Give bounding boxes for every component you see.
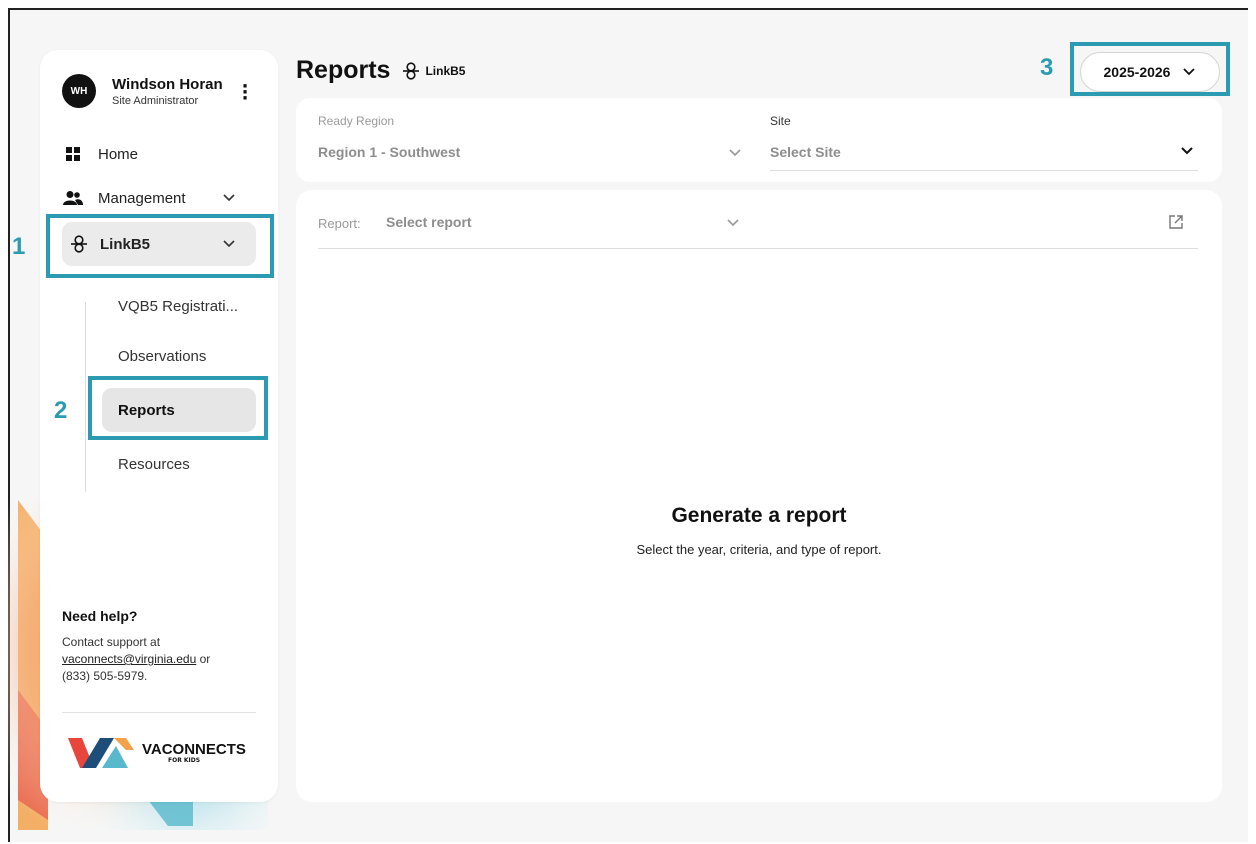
user-role: Site Administrator xyxy=(112,94,199,107)
grid-icon xyxy=(62,146,84,162)
page-title: Reports xyxy=(296,56,391,84)
report-card: Report: Select report Generate a report … xyxy=(296,190,1222,802)
callout-number-3: 3 xyxy=(1040,54,1054,81)
kebab-icon[interactable]: · · · xyxy=(240,78,250,108)
sidebar-item-home[interactable]: Home xyxy=(62,132,256,176)
sidebar-subitem-vqb5-registration[interactable]: VQB5 Registrati... xyxy=(102,284,256,328)
report-underline xyxy=(318,248,1198,249)
empty-state-title: Generate a report xyxy=(671,504,847,527)
callout-box-2 xyxy=(88,376,268,440)
site-label: Site xyxy=(770,114,791,128)
app-badge: LinkB5 xyxy=(402,61,466,80)
chevron-down-icon xyxy=(1181,147,1193,155)
user-name: Windson Horan xyxy=(112,75,223,93)
logo-mark-icon xyxy=(68,738,134,768)
help-line: Contact support at xyxy=(62,635,161,649)
users-icon xyxy=(62,190,84,206)
help-text: Contact support at vaconnects@virginia.e… xyxy=(62,634,262,685)
help-title: Need help? xyxy=(62,608,138,624)
vaconnects-logo: VACONNECTS FOR KIDS xyxy=(68,736,246,770)
help-section: Need help? Contact support at vaconnects… xyxy=(62,608,262,685)
site-underline xyxy=(770,170,1198,171)
region-label: Ready Region xyxy=(318,114,395,128)
support-phone: (833) 505-5979. xyxy=(62,669,148,683)
tree-line xyxy=(85,302,86,492)
callout-box-3 xyxy=(1070,42,1230,96)
chevron-down-icon xyxy=(222,190,236,207)
callout-box-1 xyxy=(46,214,274,278)
help-or: or xyxy=(196,652,211,666)
region-value: Region 1 - Southwest xyxy=(318,144,461,160)
chevron-down-icon xyxy=(729,149,741,157)
callout-number-2: 2 xyxy=(54,397,68,424)
app-badge-label: LinkB5 xyxy=(425,63,466,78)
external-link-icon[interactable] xyxy=(1168,214,1184,230)
user-profile[interactable]: WH Windson Horan Site Administrator xyxy=(62,74,223,108)
empty-state-subtitle: Select the year, criteria, and type of r… xyxy=(636,542,882,557)
logo-word: VACONNECTS xyxy=(142,740,246,758)
sidebar-subitem-observations[interactable]: Observations xyxy=(102,334,256,378)
report-select[interactable]: Select report xyxy=(386,214,472,230)
sidebar-item-label: Home xyxy=(98,145,139,163)
chevron-down-icon[interactable] xyxy=(726,218,740,228)
logo-sub: FOR KIDS xyxy=(168,756,201,764)
page-header: Reports LinkB5 xyxy=(296,56,465,85)
filter-card: Ready Region Region 1 - Southwest Site S… xyxy=(296,98,1222,182)
linkb5-icon xyxy=(403,61,420,80)
callout-number-1: 1 xyxy=(12,233,26,260)
avatar: WH xyxy=(62,74,96,108)
sidebar-subitem-resources[interactable]: Resources xyxy=(102,442,256,486)
divider xyxy=(62,712,256,713)
site-value: Select Site xyxy=(770,144,841,160)
support-email-link[interactable]: vaconnects@virginia.edu xyxy=(62,652,196,666)
report-label: Report: xyxy=(318,216,361,231)
sidebar-item-label: Management xyxy=(98,189,186,207)
